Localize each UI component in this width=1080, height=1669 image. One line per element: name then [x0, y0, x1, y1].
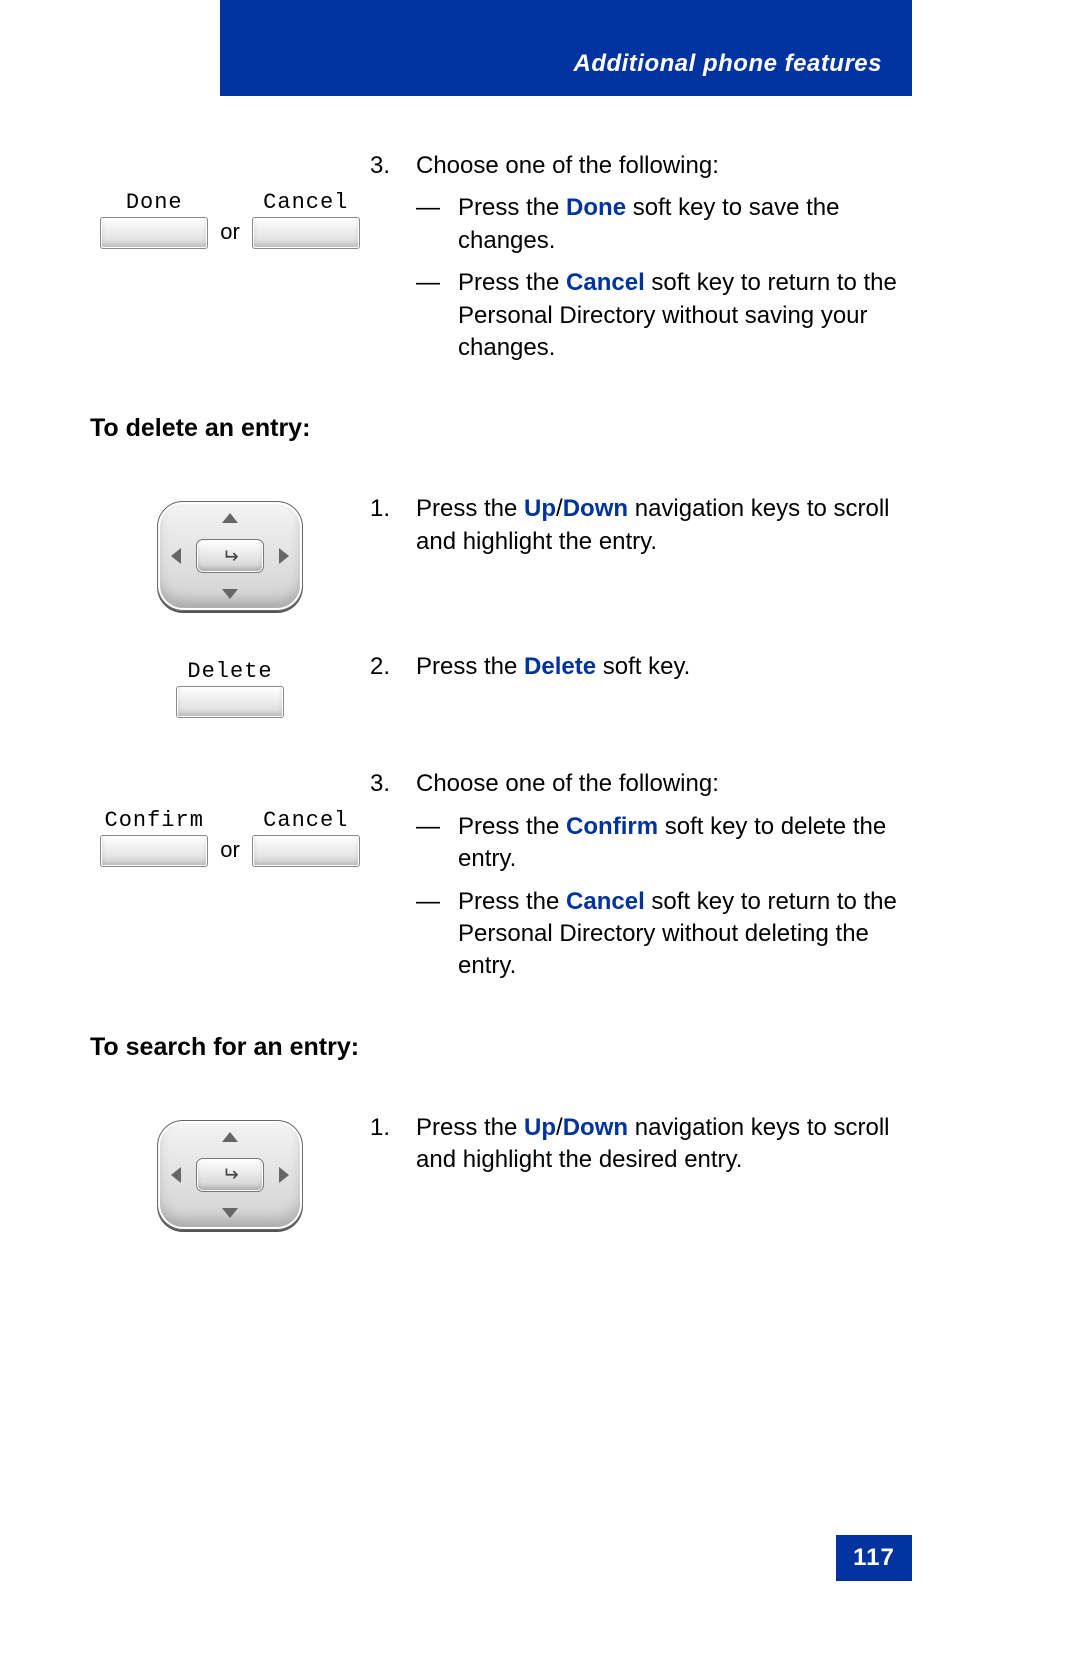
right-arrow-icon [279, 1167, 289, 1183]
softkey-done-button [100, 217, 208, 249]
softkey-delete: Delete [176, 659, 284, 718]
header-title: Additional phone features [573, 50, 882, 78]
cancel-link: Cancel [566, 269, 645, 296]
down-arrow-icon [222, 1208, 238, 1218]
softkey-cancel-label: Cancel [263, 808, 348, 833]
enter-key-icon: ↵ [196, 1158, 264, 1192]
step-lead: Choose one of the following: [416, 768, 910, 800]
step-number: 2. [370, 651, 416, 683]
heading-search-entry: To search for an entry: [90, 1033, 910, 1062]
down-link: Down [563, 495, 628, 522]
content-area: Done or Cancel 3. Choose one of the foll… [90, 150, 910, 1270]
softkey-confirm-button [100, 835, 208, 867]
step-number: 1. [370, 1112, 416, 1177]
softkey-illustration: Done or Cancel [90, 150, 370, 249]
dash-icon: — [416, 267, 458, 364]
step-body: Press the Delete soft key. [416, 651, 910, 683]
step-text: 3. Choose one of the following: — Press … [370, 150, 910, 374]
step-text: 1. Press the Up/Down navigation keys to … [370, 1112, 910, 1177]
step-text: 2. Press the Delete soft key. [370, 651, 910, 683]
step-body: Press the Up/Down navigation keys to scr… [416, 1112, 910, 1177]
down-link: Down [563, 1114, 628, 1141]
manual-page: Additional phone features Done or Cancel [0, 0, 1080, 1669]
step-text: 3. Choose one of the following: — Press … [370, 768, 910, 992]
left-arrow-icon [171, 548, 181, 564]
header-bar: Additional phone features [220, 0, 912, 96]
left-arrow-icon [171, 1167, 181, 1183]
right-arrow-icon [279, 548, 289, 564]
step-number: 3. [370, 768, 416, 992]
softkey-delete-button [176, 686, 284, 718]
delete-step-1: ↵ 1. Press the Up/Down navigation keys t… [90, 493, 910, 611]
done-link: Done [566, 194, 626, 221]
dash-icon: — [416, 811, 458, 876]
cancel-link: Cancel [566, 888, 645, 915]
step-option-b: Press the Cancel soft key to return to t… [458, 267, 910, 364]
softkey-cancel: Cancel [252, 808, 360, 867]
step-number: 3. [370, 150, 416, 374]
enter-key-icon: ↵ [196, 539, 264, 573]
navpad-illustration: ↵ [90, 1112, 370, 1230]
up-arrow-icon [222, 1132, 238, 1142]
dash-icon: — [416, 192, 458, 257]
softkey-cancel: Cancel [252, 190, 360, 249]
softkey-confirm-label: Confirm [105, 808, 204, 833]
or-text: or [220, 219, 240, 245]
softkey-pair: Done or Cancel [100, 190, 360, 249]
softkey-confirm: Confirm [100, 808, 208, 867]
delete-link: Delete [524, 653, 596, 680]
step-lead: Choose one of the following: [416, 150, 910, 182]
softkey-cancel-button [252, 835, 360, 867]
navpad-illustration: ↵ [90, 493, 370, 611]
page-number: 117 [836, 1535, 912, 1581]
confirm-link: Confirm [566, 813, 658, 840]
softkey-cancel-button [252, 217, 360, 249]
softkey-done-label: Done [126, 190, 183, 215]
step-option-b: Press the Cancel soft key to return to t… [458, 886, 910, 983]
step-number: 1. [370, 493, 416, 558]
up-link: Up [524, 495, 556, 522]
softkey-done: Done [100, 190, 208, 249]
down-arrow-icon [222, 589, 238, 599]
step-3-done-cancel: Done or Cancel 3. Choose one of the foll… [90, 150, 910, 374]
softkey-illustration: Delete [90, 651, 370, 718]
delete-step-3: Confirm or Cancel 3. Choose one of the f… [90, 768, 910, 992]
softkey-pair: Confirm or Cancel [100, 808, 360, 867]
up-arrow-icon [222, 513, 238, 523]
up-link: Up [524, 1114, 556, 1141]
navigation-pad-icon: ↵ [157, 1120, 303, 1230]
softkey-illustration: Confirm or Cancel [90, 768, 370, 867]
softkey-cancel-label: Cancel [263, 190, 348, 215]
dash-icon: — [416, 886, 458, 983]
heading-delete-entry: To delete an entry: [90, 414, 910, 443]
or-text: or [220, 837, 240, 863]
navigation-pad-icon: ↵ [157, 501, 303, 611]
step-text: 1. Press the Up/Down navigation keys to … [370, 493, 910, 558]
step-body: Press the Up/Down navigation keys to scr… [416, 493, 910, 558]
softkey-delete-label: Delete [187, 659, 272, 684]
step-option-a: Press the Confirm soft key to delete the… [458, 811, 910, 876]
step-option-a: Press the Done soft key to save the chan… [458, 192, 910, 257]
search-step-1: ↵ 1. Press the Up/Down navigation keys t… [90, 1112, 910, 1230]
delete-step-2: Delete 2. Press the Delete soft key. [90, 651, 910, 718]
